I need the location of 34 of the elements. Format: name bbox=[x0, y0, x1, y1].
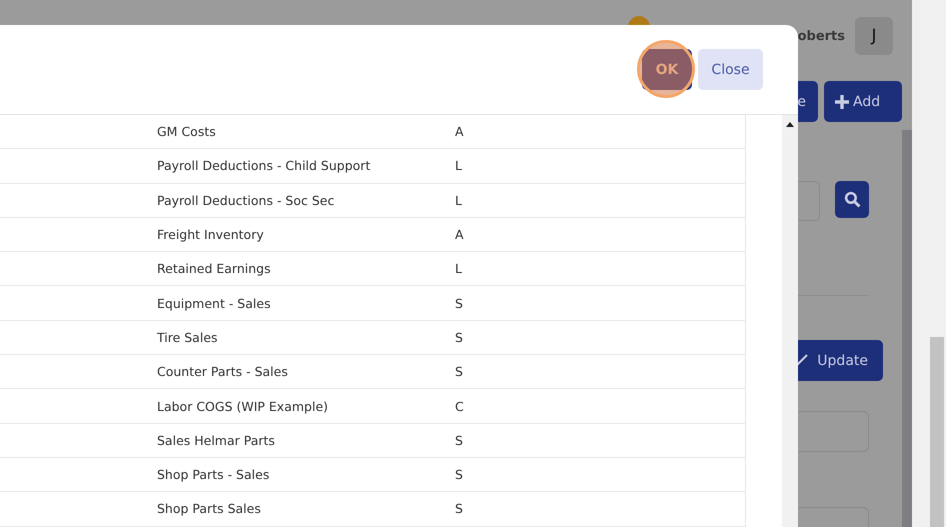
table-cell: S bbox=[455, 364, 463, 380]
table-cell-text: Sales Helmar Parts bbox=[157, 432, 276, 448]
table-cell-text: GM Costs bbox=[157, 124, 217, 140]
table-cell-text: Labor COGS (WIP Example) bbox=[157, 398, 330, 414]
table-cell-text: Payroll Deductions - Soc Sec bbox=[157, 192, 336, 208]
table-cell: A bbox=[455, 124, 464, 140]
table-cell-text: Shop Parts Sales bbox=[157, 501, 262, 516]
table-cell: S bbox=[455, 432, 463, 448]
search-button[interactable] bbox=[835, 181, 869, 218]
table-cell: A bbox=[455, 227, 464, 242]
table-cell-text: Payroll Deductions - Child Support bbox=[157, 158, 372, 174]
table-cell-text: Shop Parts - Sales bbox=[157, 467, 270, 482]
add-button[interactable]: Add bbox=[824, 81, 902, 122]
user-name: oberts bbox=[798, 28, 845, 44]
table-cell: S bbox=[455, 330, 463, 345]
scrollbar[interactable] bbox=[782, 115, 798, 527]
table-cell: L bbox=[455, 261, 462, 276]
plus-icon bbox=[834, 94, 850, 110]
table-cell: S bbox=[455, 467, 463, 482]
search-icon bbox=[844, 191, 860, 208]
table-cell: S bbox=[455, 296, 463, 311]
table-cell-text: Freight Inventory bbox=[157, 227, 265, 242]
table-cell-text: Retained Earnings bbox=[157, 261, 272, 276]
table-cell: C bbox=[455, 398, 464, 414]
table-cell: L bbox=[455, 158, 462, 174]
table-cell-text: Counter Parts - Sales bbox=[157, 364, 289, 380]
table-cell: S bbox=[455, 501, 463, 516]
scrollbar[interactable] bbox=[902, 130, 912, 527]
avatar-button[interactable]: J bbox=[855, 17, 893, 55]
close-button[interactable]: Close bbox=[698, 49, 763, 90]
browser-scrollbar[interactable] bbox=[912, 0, 946, 527]
table-cell: L bbox=[455, 192, 462, 208]
table-cell-text: Tire Sales bbox=[157, 330, 219, 345]
table-cell-text: Equipment - Sales bbox=[157, 296, 272, 311]
